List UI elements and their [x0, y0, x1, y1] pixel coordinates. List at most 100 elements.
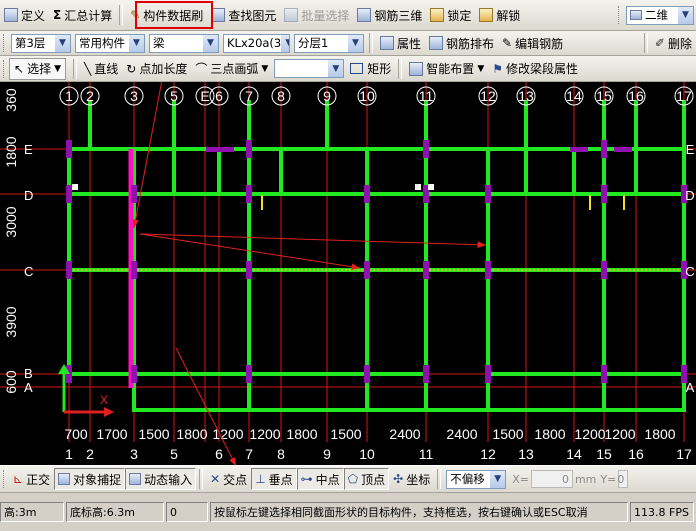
- axis-label-top: 6: [215, 88, 223, 104]
- hint-text: 按鼠标左键选择相同截面形状的目标构件，支持框选，按右键确认或ESC取消: [210, 502, 628, 522]
- offset-select[interactable]: 不偏移 ▼: [446, 469, 507, 489]
- sum-calc-button[interactable]: Σ 汇总计算: [49, 4, 116, 26]
- column: [601, 365, 607, 383]
- beams[interactable]: [67, 100, 686, 412]
- axis-label-bottom: 6: [215, 446, 223, 462]
- component-type-select[interactable]: 梁 ▼: [149, 33, 219, 53]
- chevron-down-icon: ▼: [129, 34, 144, 52]
- property-button[interactable]: 属性: [376, 32, 425, 54]
- intersection-snap[interactable]: ✕ 交点: [206, 468, 251, 490]
- ucs-x-label: X: [100, 393, 108, 407]
- column: [601, 261, 607, 279]
- smart-layout-icon: [409, 61, 424, 76]
- column: [66, 261, 72, 279]
- component-name-select[interactable]: KLx20a(3▼: [223, 33, 290, 53]
- toolbar-grip[interactable]: [618, 6, 622, 24]
- columns[interactable]: [66, 140, 687, 383]
- dimension-label: 1800: [534, 426, 565, 442]
- delete-button[interactable]: ✐ 删除: [651, 32, 696, 54]
- dimension-label: 2400: [389, 426, 420, 442]
- axis-label-top: 14: [566, 88, 582, 104]
- column: [131, 365, 137, 383]
- dimension-label-left: 3000: [3, 206, 19, 237]
- fps-counter: 113.8 FPS: [630, 502, 694, 522]
- x-unit: mm: [574, 472, 597, 486]
- floor-select[interactable]: 第3层 ▼: [11, 33, 71, 53]
- axis-label-top: 9: [323, 88, 331, 104]
- snap-icon: [58, 473, 71, 485]
- lock-button[interactable]: 锁定: [426, 4, 475, 26]
- y-input[interactable]: 0: [617, 470, 629, 488]
- three-point-arc-button[interactable]: ⌒ 三点画弧 ▼: [191, 58, 272, 80]
- define-button[interactable]: 定义: [0, 4, 49, 26]
- top-axis-labels: 1 2 3 5 E 6 7 8 9 10 11 12 13 14 15 16 17: [59, 86, 694, 106]
- edit-rebar-button[interactable]: ✎ 编辑钢筋: [498, 32, 567, 54]
- brush-button[interactable]: ✎ 构件数据刷: [126, 4, 207, 26]
- axis-label-bottom: 12: [480, 446, 496, 462]
- dynamic-input-toggle[interactable]: 动态输入: [125, 468, 197, 490]
- axis-label-bottom: 2: [86, 446, 94, 462]
- point-length-button[interactable]: ↻ 点加长度: [122, 58, 191, 80]
- find-element-button[interactable]: 查找图元: [207, 4, 280, 26]
- y-label: Y=: [600, 472, 617, 486]
- brush-icon: ✎: [130, 8, 141, 22]
- component-group-select[interactable]: 常用构件 ▼: [75, 33, 145, 53]
- coordinate-snap[interactable]: ✣ 坐标: [389, 468, 434, 490]
- rebar-3d-button[interactable]: 钢筋三维: [353, 4, 426, 26]
- drawing-canvas[interactable]: 1 2 3 5 E 6 7 8 9 10 11 12 13 14 15 16 17 1 2 3 5 6 7 8 9 10 11 12…: [0, 82, 696, 465]
- column: [601, 185, 607, 203]
- midpoint-snap[interactable]: ⊶ 中点: [296, 468, 344, 490]
- separator: [119, 5, 124, 25]
- vertical-grid-lines: [68, 82, 685, 442]
- snap-toolbar: ⊾ 正交 对象捕捉 动态输入 ✕ 交点 ⊥ 垂点 ⊶ 中点 ⬠ 顶点 ✣ 坐标 不偏移 ▼ X…: [0, 465, 696, 493]
- floor-height: 高:3m: [0, 502, 64, 522]
- column: [485, 261, 491, 279]
- axis-label-bottom: 15: [596, 446, 612, 462]
- arc-option-select[interactable]: ▼: [274, 59, 345, 78]
- dimension-label: 1800: [644, 426, 675, 442]
- rebar-layout-button[interactable]: 钢筋排布: [425, 32, 498, 54]
- batch-select-button[interactable]: 批量选择: [280, 4, 353, 26]
- dimension-label: 1800: [286, 426, 317, 442]
- toolbar-grip[interactable]: [3, 34, 7, 52]
- layer-select[interactable]: 分层1 ▼: [294, 33, 364, 53]
- column: [601, 140, 607, 158]
- pencil-icon: ✎: [502, 36, 513, 50]
- chevron-down-icon: ▼: [477, 63, 485, 74]
- axis-label-top: 5: [170, 88, 178, 104]
- dimension-label: 1800: [176, 426, 207, 442]
- dimension-label: 1200: [249, 426, 280, 442]
- toolbar-grip[interactable]: [3, 59, 7, 78]
- dimension-label: 1700: [96, 426, 127, 442]
- rebar-layout-icon: [429, 36, 444, 50]
- chevron-down-icon: ▼: [348, 34, 363, 52]
- column: [246, 185, 252, 203]
- toolbar-grip[interactable]: [3, 470, 7, 488]
- floor-plan[interactable]: 1 2 3 5 E 6 7 8 9 10 11 12 13 14 15 16 17 1 2 3 5 6 7 8 9 10 11 12…: [0, 82, 696, 465]
- separator: [643, 33, 648, 53]
- line-button[interactable]: ╲ 直线: [80, 58, 122, 80]
- x-input[interactable]: 0: [530, 470, 573, 488]
- column: [364, 261, 370, 279]
- ortho-toggle[interactable]: ⊾ 正交: [9, 468, 54, 490]
- unlock-icon: [479, 8, 494, 22]
- column: [364, 185, 370, 203]
- misc-marks: [72, 184, 625, 210]
- axis-label-top: 1: [65, 88, 73, 104]
- perpendicular-snap[interactable]: ⊥ 垂点: [251, 468, 297, 490]
- axis-label-bottom: 9: [323, 446, 331, 462]
- axis-label-top: 13: [518, 88, 534, 104]
- modify-segment-button[interactable]: ⚑ 修改梁段属性: [488, 58, 582, 80]
- view-mode-select[interactable]: 二维 ▼: [626, 5, 694, 25]
- arc-icon: ⌒: [195, 62, 208, 76]
- object-snap-toggle[interactable]: 对象捕捉: [54, 468, 126, 490]
- rect-button[interactable]: 矩形: [346, 58, 395, 80]
- white-mark: [415, 184, 421, 190]
- select-button[interactable]: ↖ 选择 ▼: [9, 57, 66, 80]
- smart-layout-button[interactable]: 智能布置 ▼: [405, 58, 488, 80]
- vertex-snap[interactable]: ⬠ 顶点: [343, 468, 390, 490]
- midpoint-icon: ⊶: [300, 472, 313, 486]
- rebar-3d-icon: [357, 8, 372, 22]
- unlock-button[interactable]: 解锁: [475, 4, 524, 26]
- intersection-icon: ✕: [210, 472, 221, 486]
